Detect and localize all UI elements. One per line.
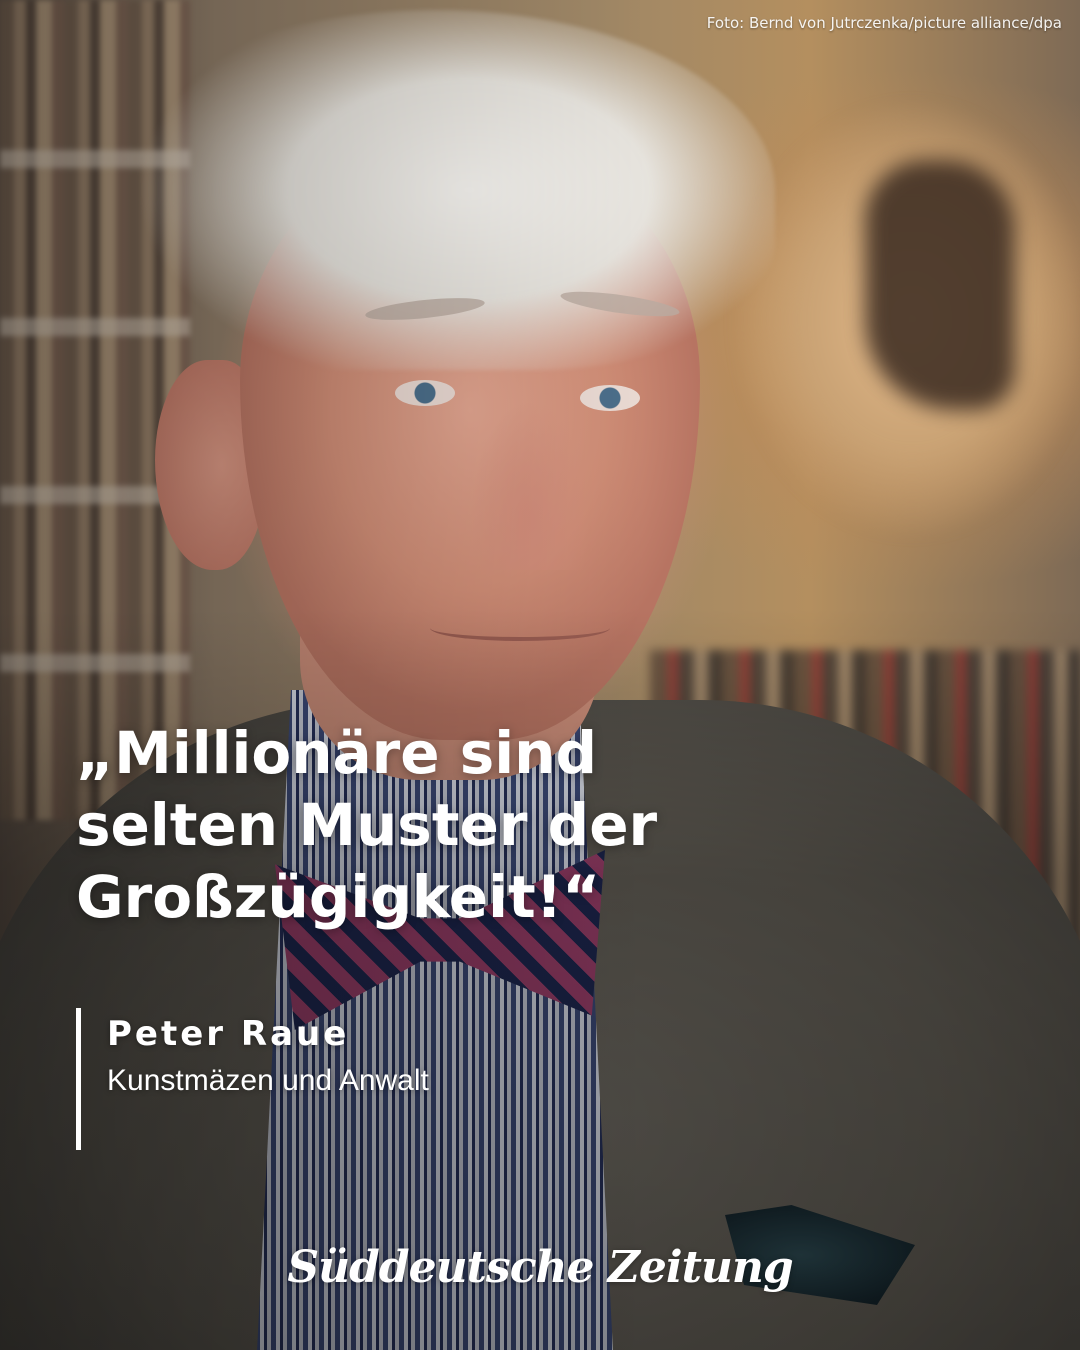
quote-text: „Millionäre sind selten Muster der Großz… (76, 718, 716, 934)
social-card: Foto: Bernd von Jutrczenka/picture allia… (0, 0, 1080, 1350)
attribution-block: Peter Raue Kunstmäzen und Anwalt (76, 1008, 596, 1150)
person-name: Peter Raue (107, 1014, 350, 1054)
quote-line: „Millionäre sind (76, 719, 597, 787)
sz-logo: Süddeutsche Zeitung (287, 1242, 793, 1293)
photo-credit: Foto: Bernd von Jutrczenka/picture allia… (706, 14, 1062, 32)
quote-line: Großzügigkeit!“ (76, 862, 601, 931)
quote-line: selten Muster der (76, 790, 658, 859)
person-role: Kunstmäzen und Anwalt (107, 1064, 429, 1097)
